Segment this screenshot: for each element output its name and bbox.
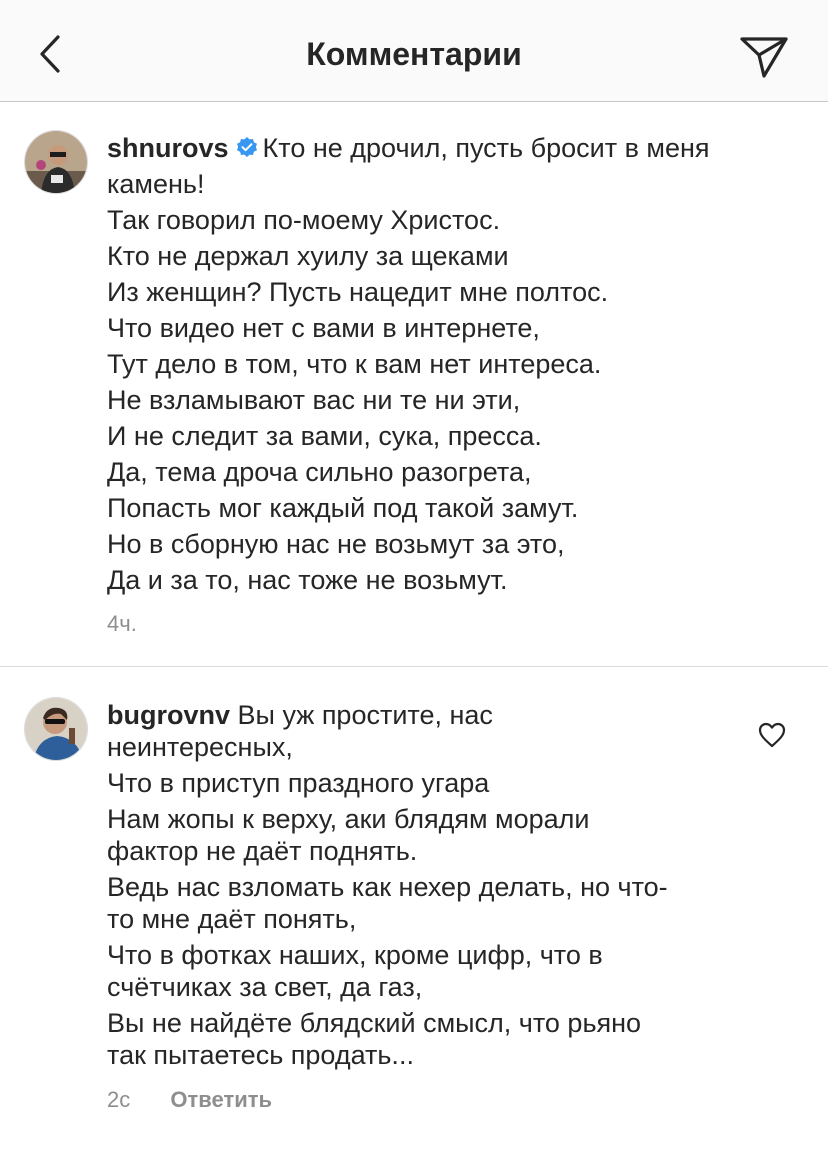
header-bar: Комментарии: [0, 0, 828, 102]
divider: [0, 666, 828, 667]
comment-meta: 4ч.: [107, 610, 137, 638]
comment-line: Что в приступ праздного угара: [107, 768, 490, 798]
comment-first-line: shnurovs Кто не дрочил, пусть бросит в м…: [107, 130, 787, 166]
like-button[interactable]: [756, 719, 788, 751]
comment-text-start: Вы уж простите, нас: [237, 700, 493, 730]
comment-line: счётчиках за свет, да газ,: [107, 972, 423, 1002]
comment-line: камень!: [107, 169, 205, 199]
avatar-image: [25, 698, 87, 760]
page-title: Комментарии: [306, 36, 522, 72]
comment-line: фактор не даёт поднять.: [107, 836, 418, 866]
comment-line: Ведь нас взломать как нехер делать, но ч…: [107, 872, 668, 902]
comment-line: Что видео нет с вами в интернете,: [107, 313, 540, 343]
comment-line: Да, тема дроча сильно разогрета,: [107, 457, 532, 487]
comment-line: Не взламывают вас ни те ни эти,: [107, 385, 521, 415]
comment-line: И не следит за вами, сука, пресса.: [107, 421, 542, 451]
comment-line: Да и за то, нас тоже не возьмут.: [107, 565, 508, 595]
avatar[interactable]: [24, 130, 88, 194]
avatar-image: [25, 131, 87, 193]
comment-line: Тут дело в том, что к вам нет интереса.: [107, 349, 602, 379]
timestamp: 2с: [107, 1087, 131, 1112]
comment-line: так пытаетесь продать...: [107, 1040, 414, 1070]
comment-line: Так говорил по-моему Христос.: [107, 205, 501, 235]
username[interactable]: bugrovnv: [107, 700, 230, 730]
comment-meta: 2с Ответить: [107, 1086, 272, 1114]
avatar[interactable]: [24, 697, 88, 761]
comment-line: то мне даёт понять,: [107, 904, 357, 934]
verified-badge-icon: [236, 137, 257, 157]
heart-icon: [758, 722, 786, 748]
username[interactable]: shnurovs: [107, 133, 229, 163]
paper-plane-icon: [740, 37, 788, 78]
comment-text-start: Кто не дрочил, пусть бросит в меня: [262, 133, 710, 163]
comment-line: Кто не держал хуилу за щеками: [107, 241, 509, 271]
reply-button[interactable]: Ответить: [170, 1087, 272, 1112]
comment-line: неинтересных,: [107, 732, 293, 762]
comment-line: Вы не найдёте блядский смысл, что рьяно: [107, 1008, 642, 1038]
comment-text: shnurovs Кто не дрочил, пусть бросит в м…: [107, 130, 787, 598]
comment-line: Нам жопы к верху, аки блядям морали: [107, 804, 590, 834]
comment-first-line: bugrovnv Вы уж простите, нас: [107, 697, 727, 733]
comment-line: Но в сборную нас не возьмут за это,: [107, 529, 565, 559]
comment-line: Попасть мог каждый под такой замут.: [107, 493, 579, 523]
comment-line: Что в фотках наших, кроме цифр, что в: [107, 940, 603, 970]
comment-text: bugrovnv Вы уж простите, нас неинтересны…: [107, 697, 727, 1073]
timestamp: 4ч.: [107, 611, 137, 636]
share-button[interactable]: [734, 30, 794, 84]
comment-line: Из женщин? Пусть нацедит мне полтос.: [107, 277, 609, 307]
